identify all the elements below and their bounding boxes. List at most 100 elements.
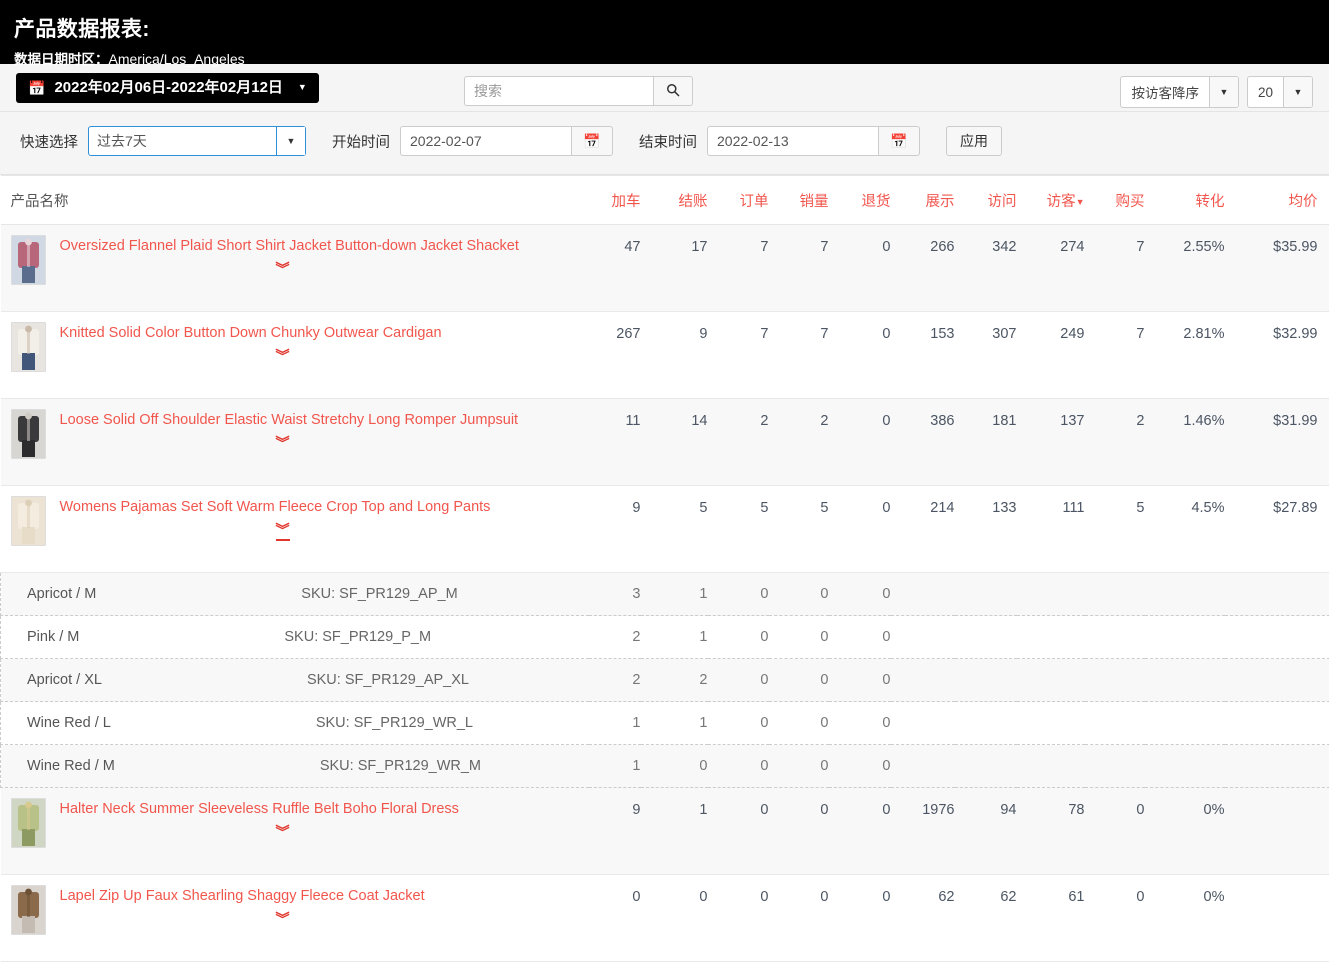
cell-returns: 0 bbox=[829, 399, 891, 486]
report-table: 产品名称 加车 结账 订单 销量 退货 展示 访问 访客▼ 购买 转化 均价 O… bbox=[0, 175, 1329, 962]
col-header-conversion[interactable]: 转化 bbox=[1145, 176, 1225, 225]
cell-avg_price: $27.89 bbox=[1225, 486, 1329, 573]
cell-cart: 9 bbox=[589, 788, 641, 875]
variant-cell-empty bbox=[891, 745, 955, 788]
cell-avg_price bbox=[1225, 788, 1329, 875]
product-title-link[interactable]: Lapel Zip Up Faux Shearling Shaggy Fleec… bbox=[60, 885, 425, 906]
quick-select-value: 过去7天 bbox=[89, 127, 276, 155]
end-date-calendar-icon[interactable]: 📅 bbox=[878, 126, 920, 156]
apply-button[interactable]: 应用 bbox=[946, 126, 1002, 156]
sort-order-select[interactable]: 按访客降序 ▼ bbox=[1120, 76, 1239, 108]
variant-cell-empty bbox=[1145, 616, 1225, 659]
variant-cell-checkout: 1 bbox=[641, 573, 708, 616]
cell-orders: 0 bbox=[708, 788, 769, 875]
col-header-impressions[interactable]: 展示 bbox=[891, 176, 955, 225]
variant-cell-empty bbox=[1085, 745, 1145, 788]
col-header-orders[interactable]: 订单 bbox=[708, 176, 769, 225]
variant-cell-returns: 0 bbox=[829, 616, 891, 659]
report-page: 产品数据报表: 数据日期时区：America/Los_Angeles 📅 202… bbox=[0, 0, 1329, 962]
cell-visits: 133 bbox=[955, 486, 1017, 573]
col-header-visits[interactable]: 访问 bbox=[955, 176, 1017, 225]
end-date-input[interactable] bbox=[707, 126, 878, 156]
product-name-cell: Halter Neck Summer Sleeveless Ruffle Bel… bbox=[1, 788, 589, 875]
cell-impressions: 153 bbox=[891, 312, 955, 399]
cell-sales: 0 bbox=[769, 788, 829, 875]
page-size-select[interactable]: 20 ▼ bbox=[1247, 76, 1313, 108]
variant-cell-empty bbox=[1085, 702, 1145, 745]
variant-cell-empty bbox=[1085, 616, 1145, 659]
cell-checkout: 17 bbox=[641, 225, 708, 312]
cell-orders: 7 bbox=[708, 225, 769, 312]
col-header-returns[interactable]: 退货 bbox=[829, 176, 891, 225]
variant-cell-cart: 1 bbox=[589, 702, 641, 745]
product-thumbnail-romper-jumpsuit bbox=[11, 409, 46, 459]
cell-conversion: 0% bbox=[1145, 788, 1225, 875]
variant-cell-empty bbox=[955, 659, 1017, 702]
cell-cart: 47 bbox=[589, 225, 641, 312]
date-range-button[interactable]: 📅 2022年02月06日-2022年02月12日 ▼ bbox=[16, 73, 319, 103]
cell-purchases: 7 bbox=[1085, 225, 1145, 312]
sort-order-value: 按访客降序 bbox=[1121, 77, 1209, 107]
col-header-sales[interactable]: 销量 bbox=[769, 176, 829, 225]
variant-cell-empty bbox=[955, 702, 1017, 745]
product-title-link[interactable]: Halter Neck Summer Sleeveless Ruffle Bel… bbox=[60, 798, 459, 819]
cell-orders: 0 bbox=[708, 875, 769, 962]
variant-cell-returns: 0 bbox=[829, 573, 891, 616]
cell-conversion: 1.46% bbox=[1145, 399, 1225, 486]
toolbar-row-primary: 📅 2022年02月06日-2022年02月12日 ▼ 按 bbox=[0, 64, 1329, 112]
toolbar-row-secondary: 快速选择 过去7天 ▼ 开始时间 📅 结束时间 📅 应用 bbox=[0, 112, 1329, 174]
col-header-cart[interactable]: 加车 bbox=[589, 176, 641, 225]
col-header-visitors[interactable]: 访客▼ bbox=[1017, 176, 1085, 225]
table-row: Knitted Solid Color Button Down Chunky O… bbox=[1, 312, 1329, 399]
variant-cell-empty bbox=[1225, 659, 1329, 702]
expand-variants-chevron-icon[interactable]: ︾ bbox=[276, 826, 290, 841]
cell-conversion: 0% bbox=[1145, 875, 1225, 962]
variant-cell-empty bbox=[955, 573, 1017, 616]
header-row: 产品名称 加车 结账 订单 销量 退货 展示 访问 访客▼ 购买 转化 均价 bbox=[1, 176, 1329, 225]
cell-returns: 0 bbox=[829, 312, 891, 399]
table-row: Oversized Flannel Plaid Short Shirt Jack… bbox=[1, 225, 1329, 312]
variant-cell-sales: 0 bbox=[769, 659, 829, 702]
product-thumbnail-plaid-shirt-jacket bbox=[11, 235, 46, 285]
search-input[interactable] bbox=[464, 76, 653, 106]
cell-visitors: 137 bbox=[1017, 399, 1085, 486]
calendar-icon: 📅 bbox=[28, 81, 45, 95]
cell-cart: 267 bbox=[589, 312, 641, 399]
variant-cell-returns: 0 bbox=[829, 702, 891, 745]
product-title-link[interactable]: Knitted Solid Color Button Down Chunky O… bbox=[60, 322, 442, 343]
variant-cell-sales: 0 bbox=[769, 745, 829, 788]
start-date-calendar-icon[interactable]: 📅 bbox=[571, 126, 613, 156]
variant-cell-empty bbox=[1017, 616, 1085, 659]
product-title-link[interactable]: Womens Pajamas Set Soft Warm Fleece Crop… bbox=[60, 496, 491, 517]
quick-select-dropdown[interactable]: 过去7天 ▼ bbox=[88, 126, 306, 156]
product-title-link[interactable]: Loose Solid Off Shoulder Elastic Waist S… bbox=[60, 409, 519, 430]
col-header-avg-price[interactable]: 均价 bbox=[1225, 176, 1329, 225]
expand-variants-chevron-icon[interactable]: ︾ bbox=[276, 350, 290, 365]
expand-variants-chevron-icon[interactable]: ︾ bbox=[276, 263, 290, 278]
product-title-link[interactable]: Oversized Flannel Plaid Short Shirt Jack… bbox=[60, 235, 519, 256]
expand-variants-chevron-icon[interactable]: ︾ bbox=[276, 913, 290, 928]
expand-variants-chevron-icon[interactable]: ︾ bbox=[276, 524, 290, 541]
variant-cell-cart: 1 bbox=[589, 745, 641, 788]
variant-cell-orders: 0 bbox=[708, 616, 769, 659]
product-thumbnail-floral-dress bbox=[11, 798, 46, 848]
end-date-group: 📅 bbox=[707, 126, 920, 156]
variant-cell-empty bbox=[1017, 573, 1085, 616]
variant-row: Wine Red / MSKU: SF_PR129_WR_M10000 bbox=[1, 745, 1329, 788]
cell-sales: 7 bbox=[769, 225, 829, 312]
variant-cell-empty bbox=[1085, 659, 1145, 702]
col-header-name[interactable]: 产品名称 bbox=[1, 176, 589, 225]
filter-toolbar: 📅 2022年02月06日-2022年02月12日 ▼ 按 bbox=[0, 64, 1329, 175]
variant-row: Apricot / MSKU: SF_PR129_AP_M31000 bbox=[1, 573, 1329, 616]
variant-name: Pink / M bbox=[27, 629, 79, 645]
start-date-input[interactable] bbox=[400, 126, 571, 156]
variant-cell-empty bbox=[1225, 573, 1329, 616]
col-header-checkout[interactable]: 结账 bbox=[641, 176, 708, 225]
variant-cell-empty bbox=[955, 616, 1017, 659]
variant-cell-checkout: 1 bbox=[641, 702, 708, 745]
cell-purchases: 2 bbox=[1085, 399, 1145, 486]
table-row: Womens Pajamas Set Soft Warm Fleece Crop… bbox=[1, 486, 1329, 573]
search-button[interactable] bbox=[653, 76, 693, 106]
expand-variants-chevron-icon[interactable]: ︾ bbox=[276, 437, 290, 452]
col-header-purchases[interactable]: 购买 bbox=[1085, 176, 1145, 225]
